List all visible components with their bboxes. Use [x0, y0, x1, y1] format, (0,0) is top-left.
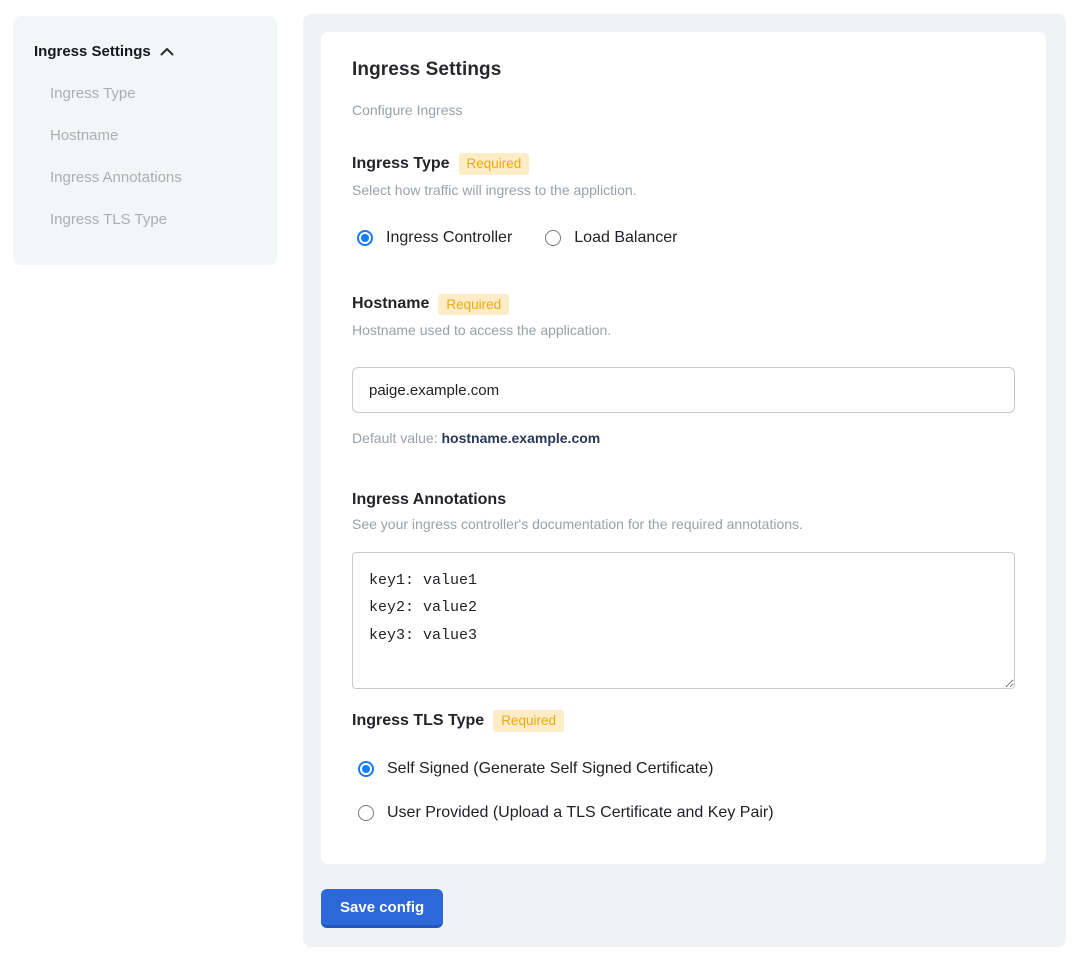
hostname-input[interactable] [352, 367, 1015, 413]
radio-button-icon[interactable] [358, 761, 374, 777]
radio-user-provided[interactable]: User Provided (Upload a TLS Certificate … [358, 804, 1015, 822]
sidebar-group-ingress-settings[interactable]: Ingress Settings [34, 43, 257, 60]
page-subtitle: Configure Ingress [352, 102, 1015, 118]
hostname-default-line: Default value: hostname.example.com [352, 430, 1015, 446]
ingress-type-description: Select how traffic will ingress to the a… [352, 182, 1015, 198]
required-badge: Required [459, 153, 530, 175]
radio-label: Load Balancer [574, 229, 677, 247]
ingress-settings-card: Ingress Settings Configure Ingress Ingre… [321, 32, 1046, 864]
radio-load-balancer[interactable]: Load Balancer [545, 229, 677, 247]
main-panel: Ingress Settings Configure Ingress Ingre… [303, 14, 1066, 947]
page-title: Ingress Settings [352, 59, 1015, 81]
section-hostname: Hostname Required Hostname used to acces… [352, 294, 1015, 447]
section-ingress-tls-type: Ingress TLS Type Required Self Signed (G… [352, 710, 1015, 822]
radio-button-icon[interactable] [357, 230, 373, 246]
save-config-button[interactable]: Save config [321, 889, 443, 928]
sidebar: Ingress Settings Ingress Type Hostname I… [13, 16, 277, 265]
ingress-annotations-label: Ingress Annotations [352, 491, 506, 509]
default-value-text: hostname.example.com [442, 430, 601, 446]
required-badge: Required [493, 710, 564, 732]
sidebar-items: Ingress Type Hostname Ingress Annotation… [34, 86, 257, 228]
radio-label: Self Signed (Generate Self Signed Certif… [387, 760, 713, 778]
radio-label: User Provided (Upload a TLS Certificate … [387, 804, 774, 822]
section-ingress-type: Ingress Type Required Select how traffic… [352, 153, 1015, 247]
ingress-tls-type-label: Ingress TLS Type [352, 712, 484, 730]
radio-button-icon[interactable] [358, 805, 374, 821]
sidebar-item-ingress-type[interactable]: Ingress Type [50, 86, 257, 102]
hostname-description: Hostname used to access the application. [352, 322, 1015, 338]
required-badge: Required [438, 294, 509, 316]
radio-self-signed[interactable]: Self Signed (Generate Self Signed Certif… [358, 760, 1015, 778]
sidebar-item-hostname[interactable]: Hostname [50, 128, 257, 144]
ingress-annotations-textarea[interactable]: key1: value1 key2: value2 key3: value3 [352, 552, 1015, 689]
radio-label: Ingress Controller [386, 229, 512, 247]
radio-ingress-controller[interactable]: Ingress Controller [357, 229, 512, 247]
sidebar-item-ingress-annotations[interactable]: Ingress Annotations [50, 170, 257, 186]
chevron-up-icon [160, 43, 174, 60]
default-value-prefix: Default value: [352, 430, 442, 446]
hostname-label: Hostname [352, 295, 429, 313]
ingress-annotations-description: See your ingress controller's documentat… [352, 516, 1015, 532]
sidebar-item-ingress-tls-type[interactable]: Ingress TLS Type [50, 212, 257, 228]
sidebar-group-label: Ingress Settings [34, 43, 151, 60]
section-ingress-annotations: Ingress Annotations See your ingress con… [352, 491, 1015, 689]
ingress-type-label: Ingress Type [352, 155, 450, 173]
radio-button-icon[interactable] [545, 230, 561, 246]
